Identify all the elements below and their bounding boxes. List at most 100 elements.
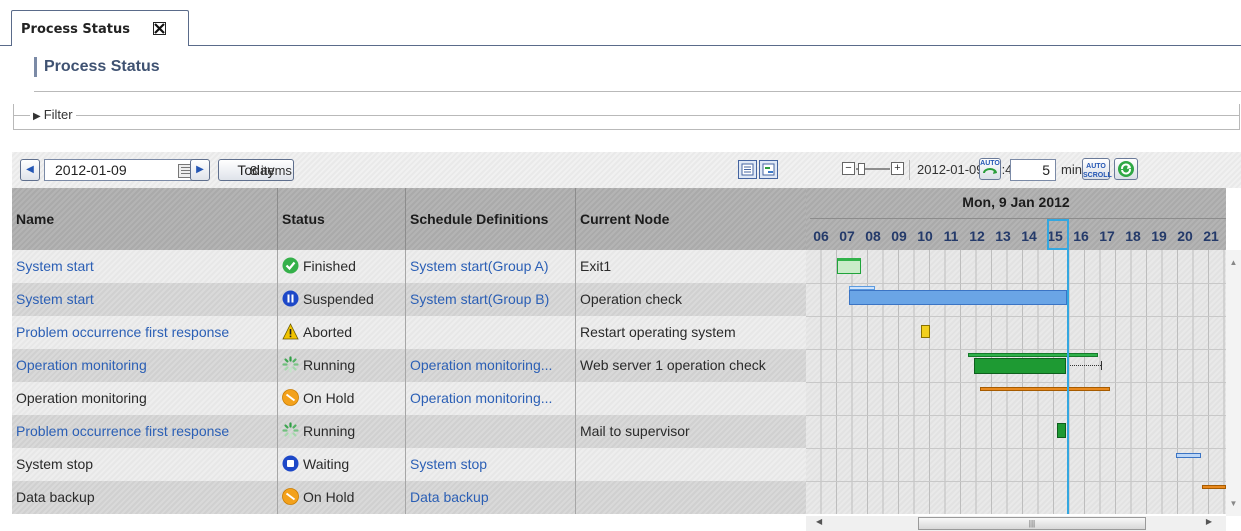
gantt-bar[interactable]: [1176, 453, 1201, 458]
status-label: Finished: [303, 258, 356, 274]
vertical-scrollbar[interactable]: ▲ ▼: [1226, 250, 1241, 516]
table-row[interactable]: System start Finished System start(Group A…: [12, 250, 806, 283]
hour-label: 16: [1073, 228, 1089, 244]
refresh-button[interactable]: [1114, 158, 1138, 180]
gantt-bar[interactable]: [837, 258, 861, 274]
column-header-name[interactable]: Name: [12, 188, 278, 250]
gantt-bar[interactable]: [1202, 485, 1226, 489]
gantt-estimate-end: [1101, 361, 1102, 370]
scroll-thumb[interactable]: |||: [918, 517, 1146, 530]
gantt-bar[interactable]: [1057, 423, 1066, 438]
gantt-row-divider: [806, 448, 1226, 449]
schedule-definition-link[interactable]: System start(Group B): [406, 283, 576, 316]
process-name[interactable]: System start: [12, 283, 278, 316]
current-hour-highlight: [1047, 219, 1069, 250]
hold-icon: [282, 484, 299, 505]
process-name[interactable]: Problem occurrence first response: [12, 316, 278, 349]
current-node: [576, 382, 806, 415]
zoom-out-icon[interactable]: −: [842, 162, 855, 175]
column-header-schedule[interactable]: Schedule Definitions: [406, 188, 576, 250]
interval-unit: min: [1061, 162, 1082, 177]
schedule-definition-link[interactable]: Operation monitoring...: [406, 382, 576, 415]
scroll-left-icon[interactable]: ◀: [816, 517, 822, 526]
refresh-arrows-icon: [983, 168, 997, 174]
zoom-handle[interactable]: [858, 163, 865, 175]
filter-label: Filter: [43, 107, 73, 122]
horizontal-scrollbar[interactable]: ◀ ||| ▶: [806, 516, 1226, 531]
hour-label: 20: [1177, 228, 1193, 244]
process-name[interactable]: Operation monitoring: [12, 349, 278, 382]
process-name: Data backup: [12, 481, 278, 514]
table-row[interactable]: Data backup On Hold Data backup: [12, 481, 806, 514]
table-row[interactable]: Operation monitoring Running Operation mon…: [12, 349, 806, 382]
list-view-icon[interactable]: [738, 160, 757, 179]
schedule-definition-link[interactable]: System start(Group A): [406, 250, 576, 283]
arrow-right-icon: ▶: [196, 164, 204, 175]
auto-scroll-button[interactable]: AUTO SCROLL: [1082, 158, 1112, 180]
column-header-status[interactable]: Status: [278, 188, 406, 250]
toolbar: ◀ 2012-01-09 ▶ Today 8 items − + 2012-01…: [12, 152, 1241, 188]
date-input[interactable]: 2012-01-09: [44, 159, 202, 181]
schedule-definition-link: [406, 415, 576, 448]
hour-label: 19: [1151, 228, 1167, 244]
table-row[interactable]: System stop Waiting System stop: [12, 448, 806, 481]
interval-input[interactable]: 5: [1010, 159, 1056, 181]
tab-bar: Process Status: [0, 0, 1241, 46]
tab-process-status[interactable]: Process Status: [11, 10, 189, 46]
gantt-bar[interactable]: [921, 325, 930, 338]
spinner-icon: [282, 418, 299, 439]
gantt-date-divider: [810, 218, 1226, 219]
gantt-row-divider: [806, 349, 1226, 350]
current-node: Mail to supervisor: [580, 423, 690, 439]
zoom-in-icon[interactable]: +: [891, 162, 904, 175]
table-row[interactable]: Problem occurrence first response Aborted…: [12, 316, 806, 349]
table-row[interactable]: Operation monitoring On Hold Operation mon…: [12, 382, 806, 415]
filter-panel: [13, 104, 1240, 130]
filter-border-top: [13, 115, 1240, 116]
zoom-slider[interactable]: − +: [842, 162, 904, 178]
process-status: Waiting: [278, 448, 406, 481]
hold-icon: [282, 385, 299, 406]
scroll-down-icon[interactable]: ▼: [1226, 499, 1241, 508]
table-row[interactable]: System start Suspended System start(Group …: [12, 283, 806, 316]
scroll-up-icon[interactable]: ▲: [1226, 258, 1241, 267]
next-date-button[interactable]: ▶: [190, 159, 210, 181]
page-title: Process Status: [34, 57, 160, 77]
warning-icon: [282, 319, 299, 340]
close-icon[interactable]: [153, 22, 166, 35]
current-node: Exit1: [580, 258, 612, 274]
hour-label: 14: [1021, 228, 1037, 244]
process-status: Suspended: [278, 283, 406, 316]
current-time: 2012-01-09 15:45: [917, 162, 1020, 177]
table-header: Name Status Schedule Definitions Current…: [12, 188, 806, 250]
expand-triangle-icon: ▶: [33, 111, 41, 122]
auto-refresh-button[interactable]: AUTO: [979, 158, 1001, 180]
check-icon: [282, 253, 299, 274]
gantt-bar[interactable]: [974, 358, 1066, 374]
gantt-bar[interactable]: [968, 353, 1098, 357]
filter-border-bottom: [13, 129, 1240, 130]
gantt-view-icon[interactable]: [759, 160, 778, 179]
gantt-header: Mon, 9 Jan 2012 06 07 08 09 10 11 12 13 14 15 16 17…: [806, 188, 1226, 250]
auto-scroll-label-1: AUTO: [1086, 163, 1106, 170]
column-header-node[interactable]: Current Node: [576, 188, 806, 250]
table-row[interactable]: Problem occurrence first response Running…: [12, 415, 806, 448]
schedule-definition-link[interactable]: System stop: [406, 448, 576, 481]
hour-label: 09: [891, 228, 907, 244]
current-node: Restart operating system: [580, 324, 736, 340]
gantt-bar[interactable]: [980, 387, 1110, 391]
hour-label: 21: [1203, 228, 1219, 244]
schedule-definition-link[interactable]: Data backup: [406, 481, 576, 514]
status-label: Running: [303, 423, 356, 439]
filter-toggle[interactable]: ▶ Filter: [30, 107, 76, 122]
process-name[interactable]: Problem occurrence first response: [12, 415, 278, 448]
schedule-definition-link[interactable]: Operation monitoring...: [406, 349, 576, 382]
current-node: [576, 448, 806, 481]
status-label: Suspended: [303, 291, 374, 307]
prev-date-button[interactable]: ◀: [20, 159, 40, 181]
status-label: Running: [303, 357, 356, 373]
gantt-bar[interactable]: [849, 290, 1067, 305]
scroll-right-icon[interactable]: ▶: [1206, 517, 1212, 526]
hour-label: 10: [917, 228, 933, 244]
process-name[interactable]: System start: [12, 250, 278, 283]
